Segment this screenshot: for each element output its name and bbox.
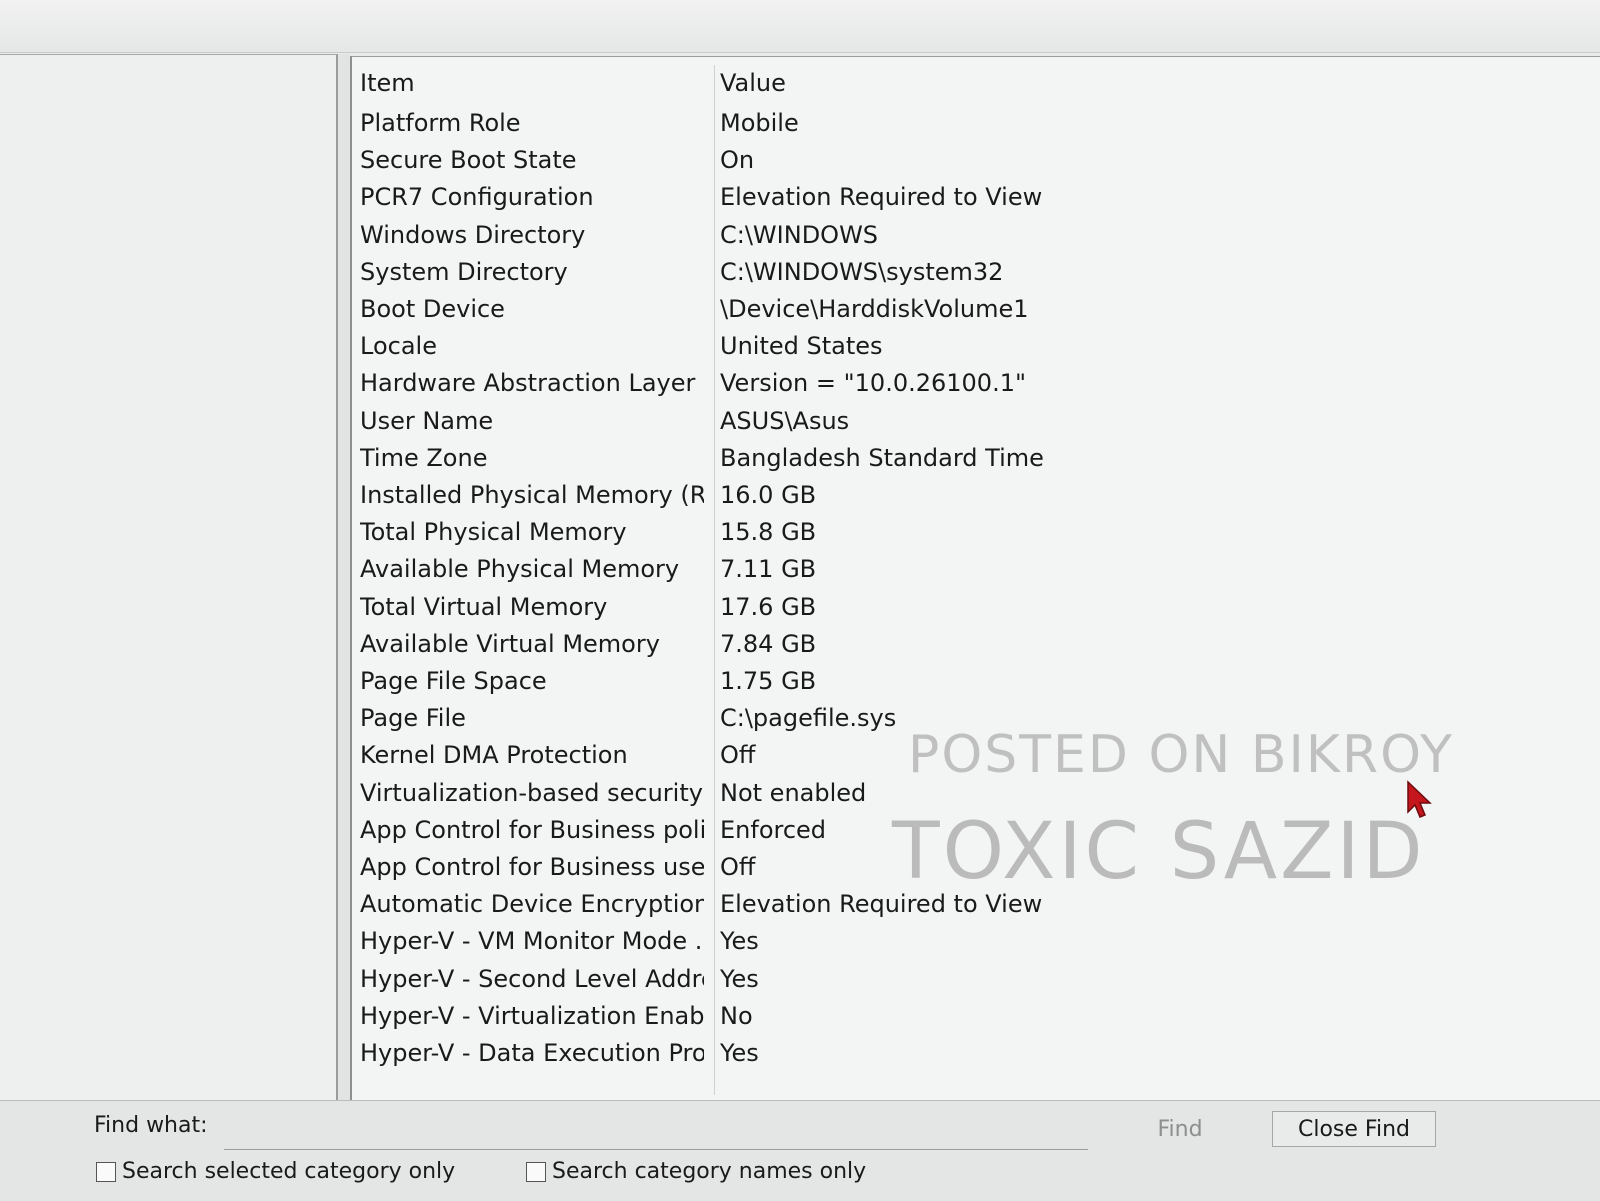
row-item-label: Virtualization-based security xyxy=(360,778,703,807)
table-row[interactable]: Boot Device \Device\HarddiskVolume1 xyxy=(352,291,1552,327)
row-item-label: Windows Directory xyxy=(360,220,586,249)
table-row[interactable]: Automatic Device Encryption ... Elevation… xyxy=(352,886,1552,922)
table-row[interactable]: Locale United States xyxy=(352,328,1552,364)
row-value: 15.8 GB xyxy=(720,518,817,547)
pane-splitter[interactable] xyxy=(338,54,350,1100)
table-row[interactable]: Hyper-V - Virtualization Enabl... No xyxy=(352,998,1552,1034)
row-item-label: Available Virtual Memory xyxy=(360,629,660,658)
table-row[interactable]: Hyper-V - Second Level Addre... Yes xyxy=(352,961,1552,997)
row-value: C:\pagefile.sys xyxy=(720,704,897,733)
row-item-label: Boot Device xyxy=(360,295,505,323)
search-category-names-label: Search category names only xyxy=(552,1159,867,1184)
row-value: Version = "10.0.26100.1" xyxy=(720,369,1027,398)
table-row[interactable]: App Control for Business policy Enforced xyxy=(352,812,1552,848)
row-value: Bangladesh Standard Time xyxy=(720,443,1044,472)
table-row[interactable]: Available Physical Memory 7.11 GB xyxy=(352,551,1552,587)
row-value: C:\WINDOWS\system32 xyxy=(720,257,1004,286)
table-row[interactable]: Hyper-V - VM Monitor Mode ... Yes xyxy=(352,923,1552,959)
row-item-label: App Control for Business policy xyxy=(360,815,704,844)
find-what-label: Find what: xyxy=(94,1113,208,1138)
find-bar: Find what: Find Close Find Search select… xyxy=(0,1100,1600,1201)
table-row[interactable]: System Directory C:\WINDOWS\system32 xyxy=(352,254,1552,290)
table-row[interactable]: Time Zone Bangladesh Standard Time xyxy=(352,440,1552,476)
row-value: Elevation Required to View xyxy=(720,890,1043,919)
find-what-input[interactable] xyxy=(224,1113,1088,1150)
row-value: 1.75 GB xyxy=(720,667,817,695)
row-value: Off xyxy=(720,741,756,770)
search-selected-category-checkbox[interactable] xyxy=(96,1161,116,1182)
row-item-label: Hyper-V - VM Monitor Mode ... xyxy=(360,927,704,956)
row-value: 16.0 GB xyxy=(720,481,817,509)
row-value: On xyxy=(720,146,755,175)
row-value: 7.84 GB xyxy=(720,629,817,658)
row-value: Mobile xyxy=(720,109,799,137)
row-value: \Device\HarddiskVolume1 xyxy=(720,295,1029,323)
row-value: 17.6 GB xyxy=(720,592,817,621)
table-row[interactable]: User Name ASUS\Asus xyxy=(352,403,1552,439)
close-find-button[interactable]: Close Find xyxy=(1272,1111,1436,1147)
table-row[interactable]: Page File C:\pagefile.sys xyxy=(352,700,1552,736)
row-value: C:\WINDOWS xyxy=(720,220,879,249)
row-value: Yes xyxy=(720,1039,759,1067)
search-selected-category-label: Search selected category only xyxy=(122,1159,456,1184)
row-value: Off xyxy=(720,853,756,881)
table-row[interactable]: Secure Boot State On xyxy=(352,142,1552,178)
window-top-strip xyxy=(0,0,1600,53)
row-value: Not enabled xyxy=(720,778,867,807)
table-row[interactable]: Available Virtual Memory 7.84 GB xyxy=(352,626,1552,662)
row-item-label: Kernel DMA Protection xyxy=(360,741,628,770)
row-item-label: Platform Role xyxy=(360,109,521,137)
row-item-label: User Name xyxy=(360,406,494,435)
row-value: United States xyxy=(720,332,883,361)
search-category-names-option[interactable]: Search category names only xyxy=(526,1159,866,1184)
row-item-label: PCR7 Configuration xyxy=(360,183,594,212)
table-row[interactable]: App Control for Business user ... Off xyxy=(352,849,1552,885)
row-value: 7.11 GB xyxy=(720,555,817,584)
search-category-names-checkbox[interactable] xyxy=(526,1161,546,1182)
category-tree-pane[interactable] xyxy=(0,54,338,1101)
row-item-label: System Directory xyxy=(360,257,568,286)
table-row[interactable]: Hyper-V - Data Execution Pro... Yes xyxy=(352,1035,1552,1071)
row-item-label: Hyper-V - Second Level Addre... xyxy=(360,964,704,993)
table-row[interactable]: Platform Role Mobile xyxy=(352,105,1552,141)
mouse-pointer-icon xyxy=(1407,780,1432,818)
details-list-pane[interactable]: Item Value Platform Role Mobile Secure Boo… xyxy=(350,56,1600,1101)
row-item-label: Time Zone xyxy=(360,443,488,472)
row-value: Elevation Required to View xyxy=(720,183,1043,212)
row-item-label: App Control for Business user ... xyxy=(360,853,704,881)
row-value: Yes xyxy=(720,964,759,993)
row-item-label: Page File Space xyxy=(360,667,547,695)
row-item-label: Locale xyxy=(360,332,437,361)
table-row[interactable]: Total Physical Memory 15.8 GB xyxy=(352,514,1552,550)
row-item-label: Page File xyxy=(360,704,466,733)
row-item-label: Automatic Device Encryption ... xyxy=(360,890,704,919)
row-value: No xyxy=(720,1001,753,1030)
table-row[interactable]: Hardware Abstraction Layer Version = "10.… xyxy=(352,365,1552,401)
row-item-label: Hardware Abstraction Layer xyxy=(360,369,696,398)
table-row[interactable]: Installed Physical Memory (RA... 16.0 GB xyxy=(352,477,1552,513)
column-header-item[interactable]: Item xyxy=(360,65,704,101)
row-item-label: Installed Physical Memory (RA... xyxy=(360,481,704,509)
table-row[interactable]: Kernel DMA Protection Off xyxy=(352,737,1552,773)
row-value: ASUS\Asus xyxy=(720,406,850,435)
column-header-value[interactable]: Value xyxy=(720,65,1480,101)
row-item-label: Total Physical Memory xyxy=(360,518,627,547)
row-item-label: Secure Boot State xyxy=(360,146,577,175)
search-selected-category-option[interactable]: Search selected category only xyxy=(96,1159,455,1184)
table-row[interactable]: PCR7 Configuration Elevation Required to … xyxy=(352,179,1552,215)
row-item-label: Available Physical Memory xyxy=(360,555,680,584)
table-row[interactable]: Page File Space 1.75 GB xyxy=(352,663,1552,699)
find-button[interactable]: Find xyxy=(1120,1111,1240,1147)
table-row[interactable]: Windows Directory C:\WINDOWS xyxy=(352,217,1552,253)
row-item-label: Hyper-V - Data Execution Pro... xyxy=(360,1039,704,1067)
row-item-label: Total Virtual Memory xyxy=(360,592,608,621)
row-item-label: Hyper-V - Virtualization Enabl... xyxy=(360,1001,704,1030)
row-value: Yes xyxy=(720,927,759,956)
row-value: Enforced xyxy=(720,815,827,844)
table-row[interactable]: Virtualization-based security Not enabled xyxy=(352,775,1552,811)
table-row[interactable]: Total Virtual Memory 17.6 GB xyxy=(352,589,1552,625)
list-header: Item Value xyxy=(352,65,1552,101)
